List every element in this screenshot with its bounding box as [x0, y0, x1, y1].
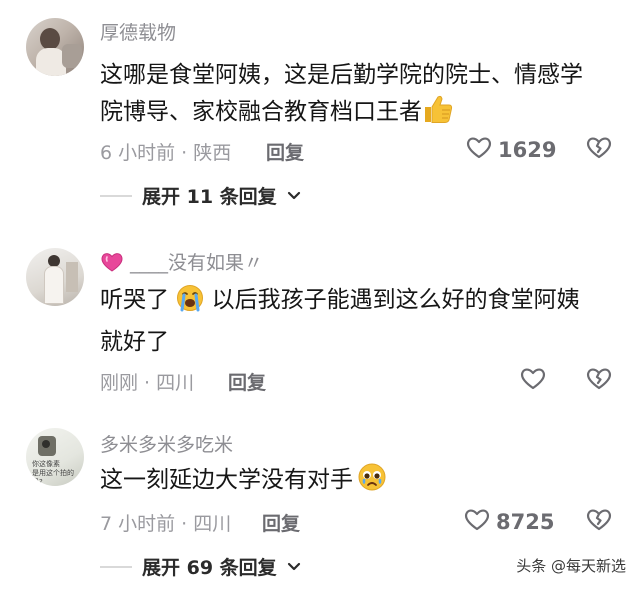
username[interactable]: 厚德载物 — [100, 18, 176, 45]
comment-item: 厚德载物 这哪是食堂阿姨，这是后勤学院的院士、情感学 院博导、家校融合教育档口王… — [0, 0, 640, 220]
expand-replies[interactable]: 展开 69 条回复 — [100, 553, 301, 580]
expand-replies-label: 展开 69 条回复 — [142, 557, 277, 579]
comment-meta: 刚刚 · 四川 — [100, 372, 195, 394]
heart-outline-icon — [466, 135, 492, 164]
comment-text-line: 听哭了 以后我孩子能遇到这么好的食堂阿姨 — [100, 282, 620, 324]
loudly-crying-emoji — [176, 284, 204, 324]
avatar[interactable] — [26, 18, 84, 76]
dislike-button[interactable] — [586, 507, 612, 535]
comment-text-line: 这哪是食堂阿姨，这是后勤学院的院士、情感学 — [100, 62, 583, 88]
sparkling-heart-emoji — [100, 251, 124, 278]
pleading-tears-emoji — [357, 462, 387, 504]
broken-heart-icon — [587, 137, 611, 159]
dislike-button[interactable] — [586, 135, 612, 163]
comment-text-line: 就好了 — [100, 329, 169, 355]
divider-line — [100, 194, 132, 197]
comment-text: 这哪是食堂阿姨，这是后勤学院的院士、情感学 院博导、家校融合教育档口王者 — [100, 57, 620, 136]
comment-text-line: 这一刻延边大学没有对手 — [100, 462, 620, 504]
reply-button[interactable]: 回复 — [228, 368, 266, 395]
like-button[interactable] — [520, 366, 546, 395]
comment-item: ____没有如果〃 听哭了 以后我孩子能遇到这么好的食堂阿姨 就好了 刚刚 · … — [0, 220, 640, 410]
chevron-down-icon — [287, 557, 301, 576]
username[interactable]: 多米多米多吃米 — [100, 430, 233, 457]
reply-button[interactable]: 回复 — [266, 138, 304, 165]
comment-text: 听哭了 以后我孩子能遇到这么好的食堂阿姨 就好了 — [100, 282, 620, 361]
dislike-button[interactable] — [586, 366, 612, 394]
heart-outline-icon — [464, 507, 490, 536]
like-count: 8725 — [496, 509, 555, 534]
username[interactable]: ____没有如果〃 — [100, 248, 263, 278]
chevron-down-icon — [287, 186, 301, 205]
broken-heart-icon — [587, 368, 611, 390]
like-count: 1629 — [498, 137, 557, 162]
avatar[interactable]: 你这像素 是用这个拍的吗? — [26, 428, 84, 486]
expand-replies[interactable]: 展开 11 条回复 — [100, 182, 301, 209]
avatar[interactable] — [26, 248, 84, 306]
reply-button[interactable]: 回复 — [262, 509, 300, 536]
comment-meta: 6 小时前 · 陕西 — [100, 142, 232, 164]
broken-heart-icon — [587, 509, 611, 531]
comment-text: 这一刻延边大学没有对手 — [100, 462, 620, 504]
avatar-caption: 你这像素 是用这个拍的吗? — [32, 460, 74, 486]
divider-line — [100, 565, 132, 568]
expand-replies-label: 展开 11 条回复 — [142, 186, 277, 208]
like-button[interactable]: 1629 — [466, 135, 556, 164]
like-button[interactable]: 8725 — [464, 507, 554, 536]
comment-meta: 7 小时前 · 四川 — [100, 513, 232, 535]
watermark: 头条 @每天新选 — [516, 557, 626, 575]
heart-outline-icon — [520, 366, 546, 395]
comment-text-line: 院博导、家校融合教育档口王者 — [100, 94, 620, 136]
thumbs-up-emoji — [422, 94, 454, 136]
